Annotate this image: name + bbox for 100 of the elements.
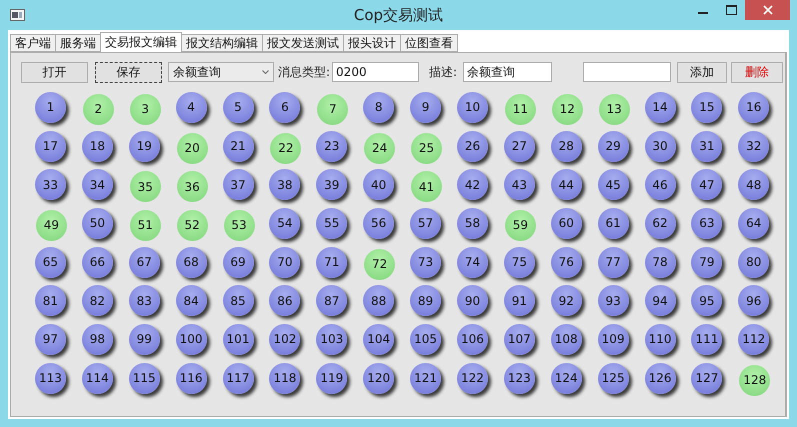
- bit-button[interactable]: 107: [504, 324, 535, 355]
- bit-button[interactable]: 7: [317, 94, 348, 125]
- bit-button[interactable]: 12: [552, 94, 583, 125]
- bit-button[interactable]: 19: [128, 130, 160, 162]
- bit-button[interactable]: 92: [550, 285, 582, 316]
- bit-button[interactable]: 79: [691, 246, 722, 278]
- bit-button[interactable]: 20: [176, 132, 208, 164]
- input-field[interactable]: [583, 62, 672, 82]
- bit-button[interactable]: 98: [82, 324, 113, 355]
- delete-button[interactable]: 删除: [731, 62, 784, 82]
- bit-button[interactable]: 5: [222, 92, 254, 123]
- tab[interactable]: 报文结构编辑: [181, 34, 263, 52]
- bit-button[interactable]: 31: [691, 130, 722, 162]
- bit-button[interactable]: 71: [316, 246, 348, 278]
- bit-button[interactable]: 6: [269, 92, 300, 123]
- bit-button[interactable]: 108: [550, 324, 582, 355]
- bit-button[interactable]: 75: [504, 246, 535, 278]
- bit-button[interactable]: 74: [456, 246, 488, 278]
- bit-button[interactable]: 83: [128, 285, 160, 316]
- bit-button[interactable]: 34: [82, 169, 113, 200]
- bit-button[interactable]: 127: [691, 362, 722, 394]
- bit-button[interactable]: 18: [82, 130, 113, 162]
- bit-button[interactable]: 110: [644, 324, 676, 355]
- bit-button[interactable]: 51: [130, 210, 161, 241]
- bit-button[interactable]: 16: [738, 92, 770, 123]
- bit-button[interactable]: 45: [598, 169, 629, 200]
- bit-button[interactable]: 24: [364, 132, 396, 164]
- bit-button[interactable]: 53: [224, 210, 254, 241]
- bit-button[interactable]: 91: [504, 285, 535, 316]
- bit-button[interactable]: 66: [82, 246, 113, 278]
- bit-button[interactable]: 9: [410, 92, 442, 123]
- bit-button[interactable]: 120: [363, 362, 394, 394]
- tab[interactable]: 位图查看: [400, 34, 458, 52]
- bit-button[interactable]: 118: [269, 362, 300, 394]
- bit-button[interactable]: 104: [363, 324, 394, 355]
- bit-button[interactable]: 122: [456, 362, 488, 394]
- bit-button[interactable]: 55: [316, 208, 348, 239]
- bit-button[interactable]: 112: [738, 324, 770, 355]
- bit-button[interactable]: 49: [36, 210, 67, 241]
- bit-button[interactable]: 114: [82, 362, 113, 394]
- bit-button[interactable]: 90: [456, 285, 488, 316]
- bit-button[interactable]: 103: [316, 324, 348, 355]
- bit-button[interactable]: 47: [691, 169, 722, 200]
- bit-button[interactable]: 80: [738, 246, 770, 278]
- message-type-field[interactable]: 0200: [332, 62, 420, 82]
- bit-button[interactable]: 128: [739, 364, 770, 396]
- bit-button[interactable]: 125: [598, 362, 629, 394]
- bit-button[interactable]: 70: [269, 246, 300, 278]
- bit-button[interactable]: 2: [82, 94, 114, 125]
- bit-button[interactable]: 60: [550, 208, 582, 239]
- bit-button[interactable]: 36: [176, 171, 208, 202]
- add-button[interactable]: 添加: [677, 62, 728, 82]
- bit-button[interactable]: 33: [34, 169, 66, 200]
- bit-button[interactable]: 89: [410, 285, 442, 316]
- bit-button[interactable]: 113: [34, 362, 66, 394]
- bit-button[interactable]: 94: [644, 285, 676, 316]
- bit-button[interactable]: 38: [269, 169, 300, 200]
- bit-button[interactable]: 59: [504, 210, 536, 241]
- bit-button[interactable]: 77: [598, 246, 629, 278]
- bit-button[interactable]: 61: [598, 208, 629, 239]
- bit-button[interactable]: 43: [504, 169, 535, 200]
- bit-button[interactable]: 39: [316, 169, 348, 200]
- bit-button[interactable]: 106: [456, 324, 488, 355]
- bit-button[interactable]: 28: [550, 130, 582, 162]
- bit-button[interactable]: 8: [363, 92, 394, 123]
- bit-button[interactable]: 17: [34, 130, 66, 162]
- bit-button[interactable]: 14: [644, 92, 676, 123]
- bit-button[interactable]: 1: [34, 92, 66, 123]
- bit-button[interactable]: 85: [222, 285, 254, 316]
- bit-button[interactable]: 40: [363, 169, 394, 200]
- bit-button[interactable]: 82: [82, 285, 113, 316]
- bit-button[interactable]: 73: [410, 246, 442, 278]
- bit-button[interactable]: 30: [644, 130, 676, 162]
- transaction-select[interactable]: 余额查询: [168, 62, 274, 82]
- bit-button[interactable]: 67: [128, 246, 160, 278]
- description-field[interactable]: 余额查询: [463, 62, 552, 82]
- bit-button[interactable]: 57: [410, 208, 442, 239]
- bit-button[interactable]: 41: [411, 171, 442, 202]
- bit-button[interactable]: 87: [316, 285, 348, 316]
- tab[interactable]: 客户端: [10, 34, 56, 52]
- bit-button[interactable]: 95: [691, 285, 722, 316]
- bit-button[interactable]: 101: [222, 324, 254, 355]
- bit-button[interactable]: 81: [34, 285, 66, 316]
- bit-button[interactable]: 29: [598, 130, 629, 162]
- bit-button[interactable]: 96: [738, 285, 770, 316]
- bit-button[interactable]: 25: [411, 132, 442, 164]
- bit-button[interactable]: 78: [644, 246, 676, 278]
- bit-button[interactable]: 93: [598, 285, 629, 316]
- bit-button[interactable]: 44: [550, 169, 582, 200]
- bit-button[interactable]: 56: [363, 208, 394, 239]
- bit-button[interactable]: 48: [738, 169, 770, 200]
- bit-button[interactable]: 50: [82, 208, 113, 239]
- bit-button[interactable]: 109: [598, 324, 629, 355]
- bit-button[interactable]: 11: [504, 94, 536, 125]
- bit-button[interactable]: 121: [410, 362, 442, 394]
- bit-button[interactable]: 99: [128, 324, 160, 355]
- bit-button[interactable]: 123: [504, 362, 535, 394]
- bit-button[interactable]: 23: [316, 130, 348, 162]
- bit-button[interactable]: 54: [269, 208, 300, 239]
- bit-button[interactable]: 4: [176, 92, 207, 123]
